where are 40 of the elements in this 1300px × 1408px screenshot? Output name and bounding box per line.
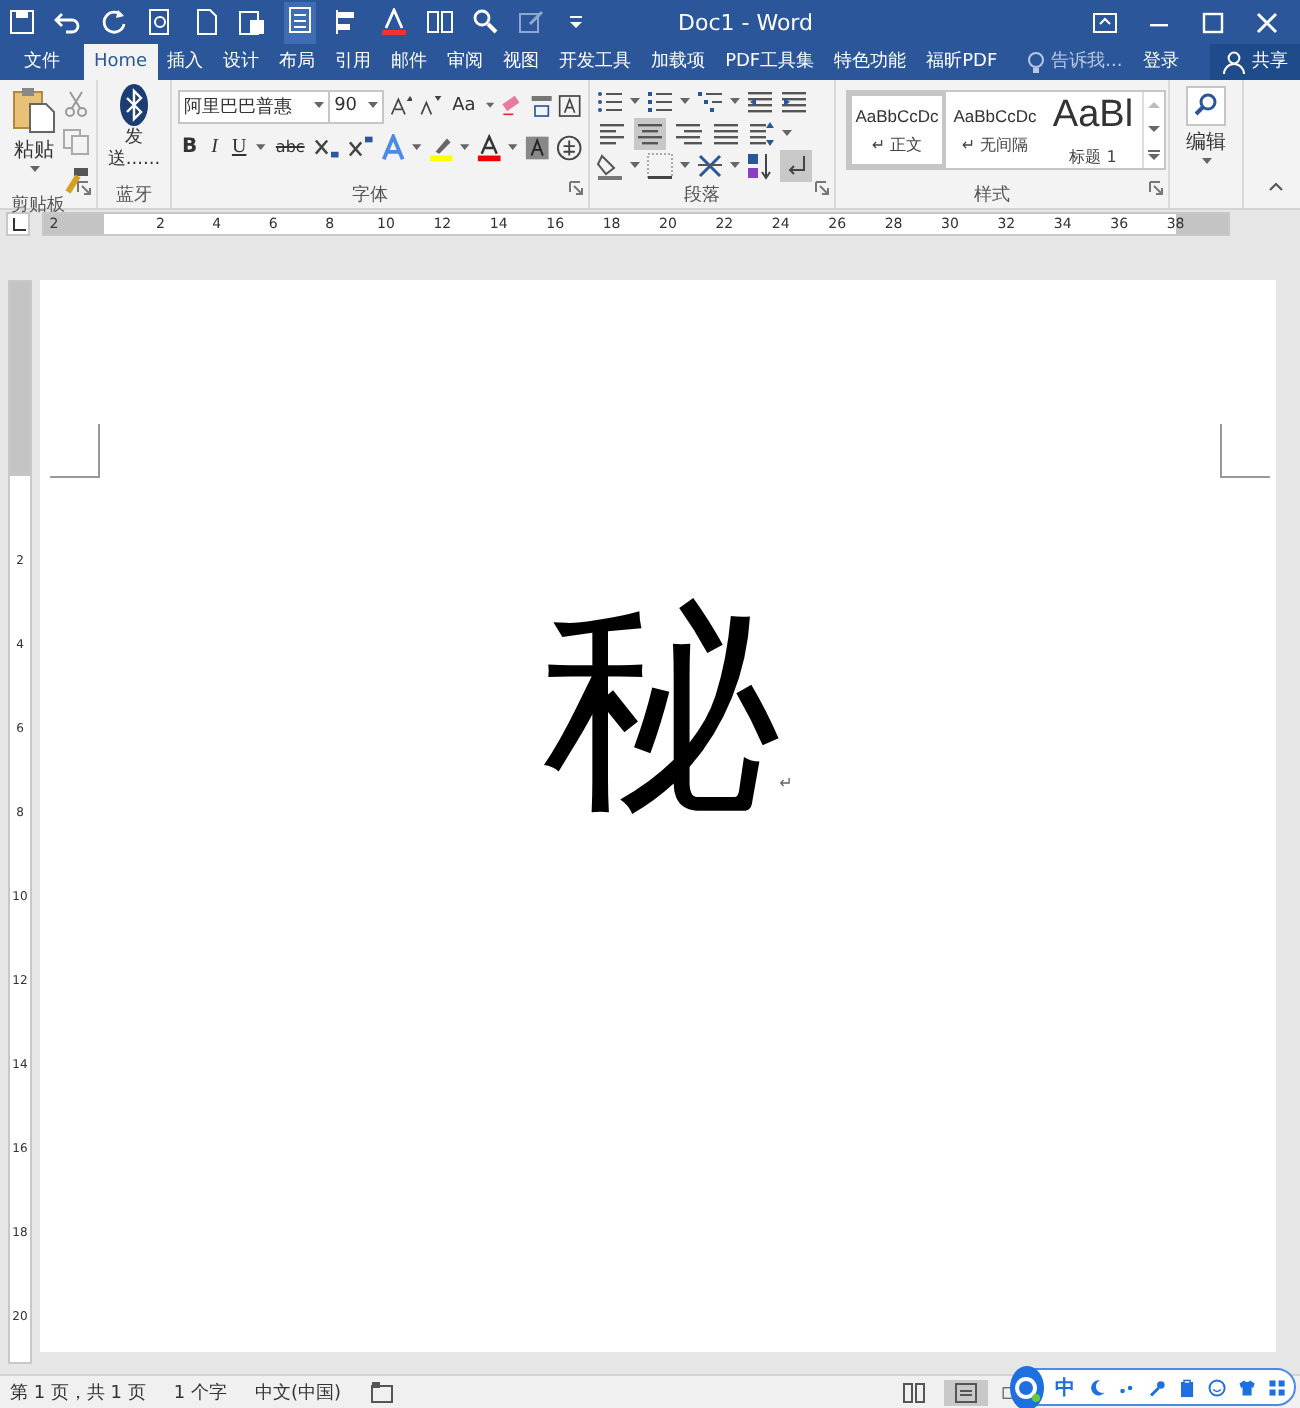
group-label: 字体 (350, 184, 390, 208)
language-indicator[interactable]: 中文(中国) (255, 1379, 342, 1405)
tell-me-field[interactable]: 告诉我... (1015, 44, 1131, 80)
input-mode-toggle[interactable]: 中 (1055, 1373, 1076, 1401)
ribbon-tab[interactable]: 特色功能 (824, 44, 917, 80)
ribbon-tab[interactable]: 审阅 (437, 44, 494, 80)
ribbon-tab[interactable]: 视图 (493, 44, 550, 80)
share-button[interactable]: 共享 (1210, 44, 1300, 80)
file-tab[interactable]: 文件 (0, 44, 84, 80)
editing-button[interactable]: 编辑 (1180, 86, 1232, 208)
underline-button[interactable]: U (227, 134, 251, 162)
group-label: 段落 (682, 184, 722, 208)
ribbon-tab[interactable]: PDF工具集 (715, 44, 825, 80)
ribbon-tab[interactable]: 邮件 (381, 44, 438, 80)
page-count[interactable]: 第 1 页，共 1 页 (10, 1379, 146, 1405)
group-label: 样式 (972, 184, 1012, 208)
strikethrough-button[interactable]: abc (271, 134, 309, 162)
bluetooth-send-button[interactable]: 发送...... (102, 84, 166, 184)
ribbon-tab[interactable]: 开发工具 (549, 44, 642, 80)
paste-button[interactable]: 粘贴 (6, 86, 62, 194)
paragraph-mark: ↵ (779, 774, 793, 792)
document-text: 秘 (543, 580, 780, 828)
group-label: 蓝牙 (114, 184, 154, 208)
ribbon-tab[interactable]: 引用 (325, 44, 382, 80)
font-size-field[interactable]: 90 (328, 89, 384, 123)
ribbon-tab[interactable]: 福昕PDF (916, 44, 1008, 80)
italic-button[interactable]: I (207, 134, 222, 162)
ribbon-tab[interactable]: 设计 (213, 44, 270, 80)
window-title: Doc1 - Word (678, 9, 815, 35)
ribbon-tab[interactable]: Home (84, 44, 158, 80)
font-name-field[interactable]: 阿里巴巴普惠 (178, 89, 331, 123)
bold-button[interactable]: B (178, 134, 202, 162)
ribbon-tab[interactable]: 插入 (157, 44, 214, 80)
change-case-button[interactable]: Aa (448, 92, 480, 120)
ribbon-tab[interactable]: 布局 (269, 44, 326, 80)
group-label: 剪贴板 (9, 194, 67, 217)
sign-in-link[interactable]: 登录 (1130, 44, 1191, 80)
style-option[interactable]: AaBbCcDc ↵ 正文 (848, 92, 946, 168)
ribbon-tab[interactable]: 加载项 (641, 44, 716, 80)
word-count[interactable]: 1 个字 (173, 1379, 227, 1405)
